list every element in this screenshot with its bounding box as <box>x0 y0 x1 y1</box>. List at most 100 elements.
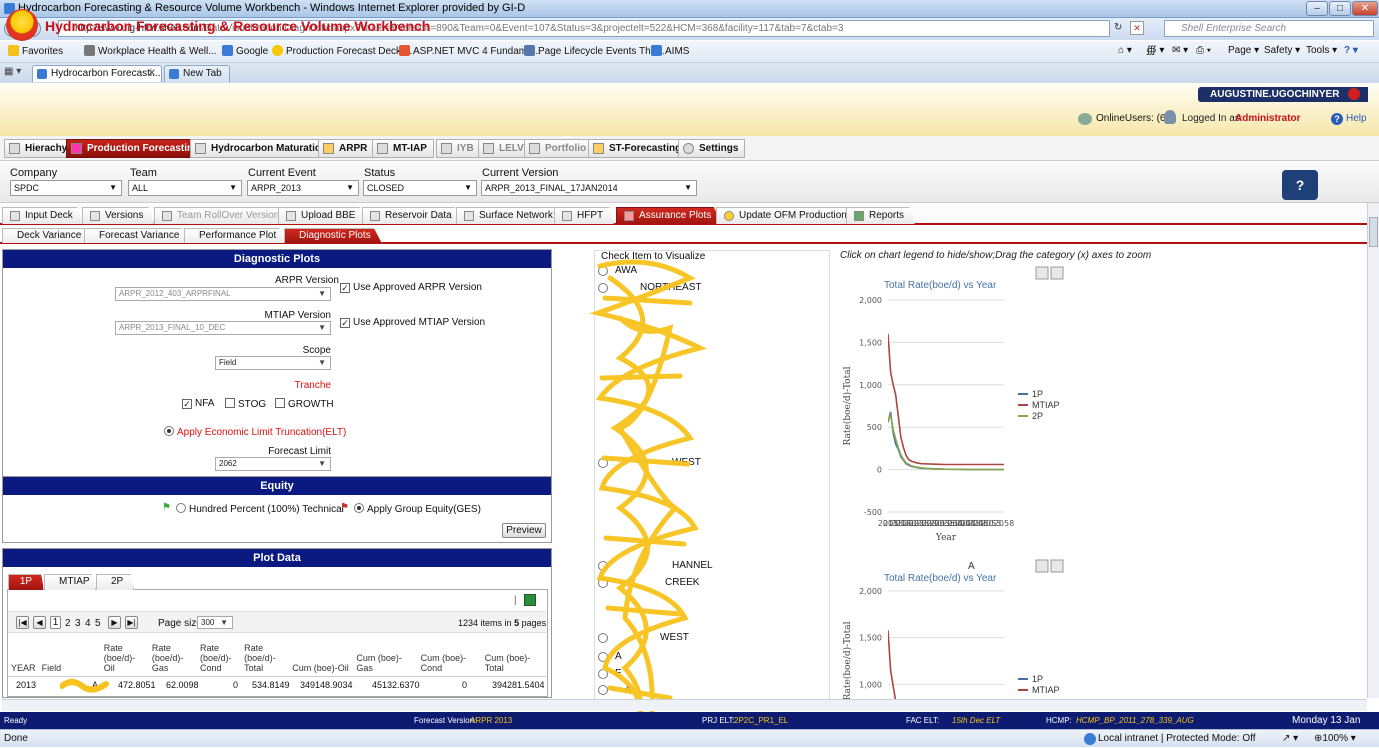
favorite-link[interactable]: Google <box>222 45 268 57</box>
col-rate-cond[interactable]: Rate (boe/d)-Cond <box>197 639 241 673</box>
list-item[interactable]: A <box>625 684 632 695</box>
menu-iyb[interactable]: IYB <box>436 139 481 158</box>
tab-input-deck[interactable]: Input Deck <box>2 207 84 224</box>
checkbox-icon[interactable] <box>275 398 285 408</box>
home-icon[interactable]: ⌂ ▾ <box>1118 45 1132 56</box>
favorite-link[interactable]: Page Lifecycle Events The... <box>524 45 665 57</box>
mtiap-version-select[interactable]: ARPR_2013_FINAL_10_DEC ▼ <box>115 321 331 335</box>
menu-arpr[interactable]: ARPR <box>318 139 375 158</box>
item-radio[interactable] <box>598 578 611 590</box>
feeds-icon[interactable]: ∰ ▾ <box>1146 45 1164 56</box>
tab-hfpt[interactable]: HFPT <box>554 207 615 224</box>
security-icon[interactable]: ↗ ▾ <box>1282 730 1298 747</box>
tab-forecast-variance[interactable]: Forecast Variance <box>84 228 191 243</box>
print-chart-icon[interactable] <box>1035 266 1049 280</box>
radio-selected-icon[interactable] <box>164 426 174 436</box>
legend-item-mtiap[interactable]: MTIAP <box>1032 685 1060 695</box>
prev-page-icon[interactable]: ◀ <box>33 616 46 629</box>
item-radio[interactable] <box>598 652 611 664</box>
col-cum-cond[interactable]: Cum (boe)-Cond <box>418 639 482 673</box>
tab-1p[interactable]: 1P <box>8 574 44 590</box>
use-approved-arpr[interactable]: ✓ Use Approved ARPR Version <box>340 282 482 293</box>
tab-reservoir-data[interactable]: Reservoir Data <box>362 207 463 224</box>
team-select[interactable]: ALL ▼ <box>128 180 242 196</box>
favorite-link[interactable]: AIMS <box>651 45 689 57</box>
page-5[interactable]: 5 <box>95 618 101 629</box>
favorite-link[interactable]: Production Forecast Deck ... <box>272 45 412 57</box>
menu-production-forecasting[interactable]: Production Forecasting <box>66 139 207 158</box>
item-radio[interactable] <box>598 283 611 295</box>
list-item[interactable]: AWA <box>615 265 637 276</box>
arpr-version-select[interactable]: ARPR_2012_403_ARPRFINAL ▼ <box>115 287 331 301</box>
list-item[interactable]: CREEK <box>665 577 699 588</box>
item-radio[interactable] <box>598 561 611 573</box>
checkbox-checked-icon[interactable]: ✓ <box>340 318 350 328</box>
page-scrollbar[interactable] <box>1367 203 1379 698</box>
tab-diagnostic-plots[interactable]: Diagnostic Plots <box>284 228 382 243</box>
favorites-button[interactable]: Favorites <box>8 45 63 57</box>
col-cum-gas[interactable]: Cum (boe)-Gas <box>353 639 417 673</box>
tab-mtiap[interactable]: MTIAP <box>44 574 96 590</box>
minimize-button[interactable]: – <box>1306 1 1328 16</box>
zoom-control[interactable]: ⊕100% ▾ <box>1314 730 1356 747</box>
page-size-select[interactable]: 300 ▼ <box>197 616 233 629</box>
menu-portfolio[interactable]: Portfolio <box>524 139 594 158</box>
favorite-link[interactable]: ASP.NET MVC 4 Fundame... <box>399 45 541 57</box>
menu-hierachy[interactable]: Hierachy <box>4 139 75 158</box>
favorite-link[interactable]: Workplace Health & Well... <box>84 45 217 57</box>
group-equity-radio[interactable]: Apply Group Equity(GES) <box>354 503 481 515</box>
horizontal-scrollbar[interactable] <box>2 699 1367 711</box>
tab-2p[interactable]: 2P <box>96 574 134 590</box>
legend-item-1p[interactable]: 1P <box>1032 389 1043 399</box>
excel-export-icon[interactable] <box>524 594 536 606</box>
item-radio[interactable] <box>598 669 611 681</box>
help-link[interactable]: Help <box>1346 113 1367 124</box>
tab-deck-variance[interactable]: Deck Variance <box>2 228 93 243</box>
list-item[interactable]: WEST <box>672 457 701 468</box>
status-select[interactable]: CLOSED ▼ <box>363 180 477 196</box>
col-rate-gas[interactable]: Rate (boe/d)-Gas <box>149 639 197 673</box>
col-cum-oil[interactable]: Cum (boe)-Oil <box>289 639 353 673</box>
list-item[interactable]: E <box>615 668 622 679</box>
menu-hydrocarbon-maturation[interactable]: Hydrocarbon Maturation <box>190 139 335 158</box>
tab-upload-bbe[interactable]: Upload BBE <box>278 207 367 224</box>
scroll-thumb[interactable] <box>1369 217 1378 247</box>
tab-update-ofm-production[interactable]: Update OFM Production <box>716 207 858 224</box>
version-select[interactable]: ARPR_2013_FINAL_17JAN2014 ▼ <box>481 180 697 196</box>
scope-select[interactable]: Field ▼ <box>215 356 331 370</box>
tab-surface-network[interactable]: Surface Network <box>456 207 564 224</box>
page-4[interactable]: 4 <box>85 618 91 629</box>
event-select[interactable]: ARPR_2013 ▼ <box>247 180 359 196</box>
help-circle-icon[interactable]: ? <box>1331 113 1343 125</box>
list-item[interactable]: A <box>615 651 622 662</box>
radio-icon[interactable] <box>176 503 186 513</box>
page-1[interactable]: 1 <box>50 616 61 629</box>
radio-selected-icon[interactable] <box>354 503 364 513</box>
download-chart-icon[interactable] <box>1050 559 1064 573</box>
preview-button[interactable]: Preview <box>502 523 546 538</box>
checkbox-icon[interactable] <box>225 398 235 408</box>
hundred-percent-radio[interactable]: Hundred Percent (100%) Technical <box>176 503 344 515</box>
legend-item-mtiap[interactable]: MTIAP <box>1032 400 1060 410</box>
last-page-icon[interactable]: ▶| <box>125 616 138 629</box>
print-icon[interactable]: ⎙ ▾ <box>1196 45 1211 56</box>
browser-tab-active[interactable]: Hydrocarbon Forecasti... ✕ <box>32 65 162 82</box>
checkbox-checked-icon[interactable]: ✓ <box>340 283 350 293</box>
first-page-icon[interactable]: |◀ <box>16 616 29 629</box>
use-approved-mtiap[interactable]: ✓ Use Approved MTIAP Version <box>340 317 485 328</box>
col-field[interactable]: Field <box>39 639 101 673</box>
menu-lelv[interactable]: LELV <box>478 139 531 158</box>
list-item[interactable]: NORTHEAST <box>640 282 702 293</box>
maximize-button[interactable]: □ <box>1329 1 1351 16</box>
item-radio[interactable] <box>598 266 611 278</box>
close-tab-icon[interactable]: ✕ <box>148 66 156 81</box>
mail-icon[interactable]: ✉ ▾ <box>1172 45 1188 56</box>
safety-menu[interactable]: Safety ▾ <box>1264 45 1300 56</box>
legend-item-1p[interactable]: 1P <box>1032 674 1043 684</box>
company-select[interactable]: SPDC ▼ <box>10 180 122 196</box>
item-radio[interactable] <box>598 458 611 470</box>
list-item[interactable]: WEST <box>660 632 689 643</box>
tab-team-rollover-version[interactable]: Team RollOver Version <box>154 207 291 224</box>
feedback-help-icon[interactable]: ? <box>1282 170 1318 200</box>
tab-performance-plot[interactable]: Performance Plot <box>184 228 288 243</box>
